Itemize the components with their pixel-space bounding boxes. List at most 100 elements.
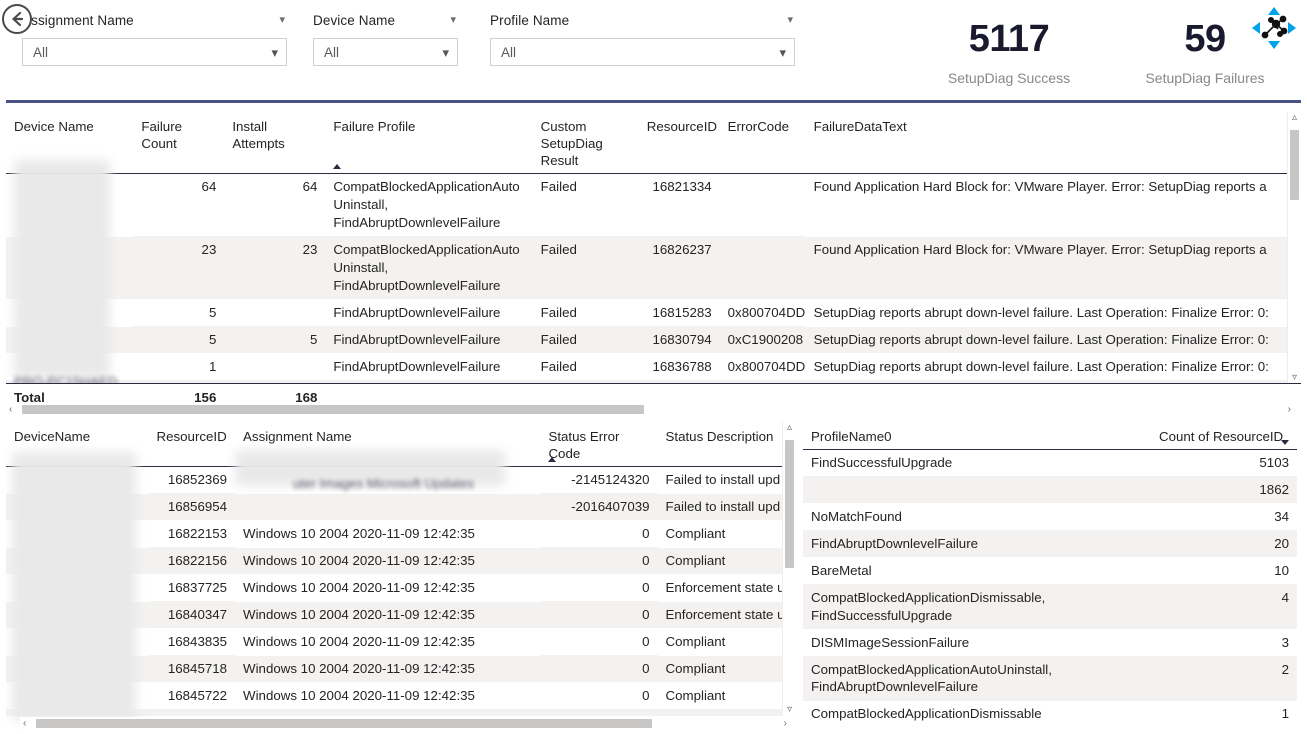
- scroll-up-icon[interactable]: ▵: [787, 422, 792, 434]
- chevron-down-icon[interactable]: ▾: [442, 46, 449, 59]
- scrollbar-thumb[interactable]: [785, 440, 794, 568]
- cell-resourceid: 16821334: [652, 179, 712, 195]
- failures-table-body: 64 64 CompatBlockedApplicationAuto Unins…: [6, 174, 1301, 384]
- table-row[interactable]: DISMImageSessionFailure 3: [803, 629, 1297, 656]
- scrollbar-thumb[interactable]: [22, 405, 644, 414]
- back-button[interactable]: [2, 4, 32, 34]
- profile-table[interactable]: ProfileName0 Count of ResourceID FindSuc…: [803, 422, 1297, 734]
- status-table-vertical-scrollbar[interactable]: ▵ ▿: [782, 422, 796, 716]
- column-header-install-attempts[interactable]: Install Attempts: [224, 112, 326, 175]
- failures-table[interactable]: Device Name Failure Count Install Attemp…: [6, 112, 1301, 384]
- cell-errorcode: 0x800704DD: [727, 358, 806, 374]
- column-header-device-name[interactable]: Device Name: [6, 112, 134, 175]
- scrollbar-thumb[interactable]: [1290, 130, 1299, 200]
- table-row[interactable]: FindSuccessfulUpgrade 5103: [803, 450, 1297, 477]
- column-header-custom-setupdiag-result[interactable]: Custom SetupDiag Result: [532, 112, 639, 175]
- table-row[interactable]: 16845722 Windows 10 2004 2020-11-09 12:4…: [6, 682, 796, 709]
- table-row[interactable]: 16822153 Windows 10 2004 2020-11-09 12:4…: [6, 520, 796, 547]
- table-row[interactable]: 16822156 Windows 10 2004 2020-11-09 12:4…: [6, 547, 796, 575]
- column-header-failure-profile[interactable]: Failure Profile: [325, 112, 533, 175]
- profile-table-body: FindSuccessfulUpgrade 5103 1862 NoMatchF…: [803, 450, 1297, 734]
- column-header-status-error-code[interactable]: Status Error Code: [540, 422, 658, 468]
- table-row[interactable]: FindAbruptDownlevelFailure 20: [803, 530, 1297, 558]
- cell-assignment-name: [235, 467, 540, 494]
- slicer-profile-name-value: All: [501, 44, 517, 60]
- cell-devicename: [6, 655, 149, 683]
- scrollbar-thumb[interactable]: [36, 719, 652, 728]
- failures-table-vertical-scrollbar[interactable]: ▵ ▿: [1287, 112, 1301, 384]
- column-header-profilename0[interactable]: ProfileName0: [803, 422, 1151, 451]
- kpi-setupdiag-success[interactable]: 5117 SetupDiag Success: [905, 20, 1113, 86]
- chevron-down-icon[interactable]: ▾: [271, 46, 278, 59]
- cell-failuredatatext: SetupDiag reports abrupt down-level fail…: [813, 304, 1269, 320]
- cell-device-name: [6, 326, 134, 354]
- table-row[interactable]: 16852369 -2145124320 Failed to install u…: [6, 467, 796, 494]
- column-header-resourceid[interactable]: ResourceID: [638, 112, 720, 175]
- chevron-down-icon[interactable]: ▾: [279, 14, 287, 26]
- cell-device-name: [6, 353, 133, 380]
- table-row[interactable]: 5 5 FindAbruptDownlevelFailure Failed 16…: [6, 326, 1301, 354]
- cell-failure-count: 1: [208, 358, 217, 374]
- table-row[interactable]: 64 64 CompatBlockedApplicationAuto Unins…: [6, 174, 1301, 237]
- table-row[interactable]: BareMetal 10: [803, 557, 1297, 584]
- column-header-count-of-resourceid[interactable]: Count of ResourceID: [1151, 422, 1297, 451]
- table-row[interactable]: 16845718 Windows 10 2004 2020-11-09 12:4…: [6, 655, 796, 683]
- cell-failure-profile: CompatBlockedApplicationAuto Uninstall, …: [325, 236, 533, 300]
- slicer-assignment-name-header[interactable]: Assignment Name ▾: [22, 10, 287, 30]
- scroll-left-icon[interactable]: ‹: [6, 404, 15, 415]
- slicer-profile-name[interactable]: Profile Name ▾ All ▾: [490, 10, 795, 66]
- table-row[interactable]: CompatBlockedApplicationDismissable, Fin…: [803, 584, 1297, 630]
- column-header-devicename[interactable]: DeviceName: [6, 422, 149, 468]
- failures-table-horizontal-scrollbar[interactable]: ‹ ›: [6, 402, 1294, 416]
- cell-failuredatatext: SetupDiag reports abrupt down-level fail…: [813, 358, 1269, 374]
- column-header-failure-count[interactable]: Failure Count: [133, 112, 225, 175]
- chevron-down-icon[interactable]: ▾: [787, 14, 795, 26]
- slicer-assignment-name-dropdown[interactable]: All ▾: [22, 38, 287, 66]
- cell-failuredatatext: SetupDiag reports abrupt down-level fail…: [805, 326, 1301, 354]
- slicer-device-name[interactable]: Device Name ▾ All ▾: [313, 10, 458, 66]
- scroll-left-icon[interactable]: ‹: [20, 718, 29, 729]
- focus-mode-icon[interactable]: [1249, 4, 1299, 52]
- column-header-errorcode[interactable]: ErrorCode: [719, 112, 806, 175]
- status-table[interactable]: DeviceName ResourceID Assignment Name St…: [6, 422, 796, 716]
- column-header-status-description[interactable]: Status Description: [657, 422, 796, 468]
- table-row[interactable]: 16856954 -2016407039 Failed to install u…: [6, 493, 796, 521]
- column-header-assignment-name[interactable]: Assignment Name: [235, 422, 541, 468]
- cell-status-description: Enforcement state u: [657, 601, 796, 629]
- column-header-failuredatatext[interactable]: FailureDataText: [805, 112, 1301, 175]
- slicer-device-name-dropdown[interactable]: All ▾: [313, 38, 458, 66]
- cell-failure-count: 64: [201, 179, 217, 195]
- table-row[interactable]: 1 FindAbruptDownlevelFailure Failed 1683…: [6, 353, 1301, 380]
- cell-install-attempts: [224, 353, 325, 380]
- slicer-profile-name-header[interactable]: Profile Name ▾: [490, 10, 795, 30]
- scroll-up-icon[interactable]: ▵: [1292, 112, 1297, 124]
- scroll-right-icon[interactable]: ›: [1285, 404, 1294, 415]
- chevron-down-icon[interactable]: ▾: [779, 46, 786, 59]
- table-row[interactable]: CompatBlockedApplicationDismissable 1: [803, 701, 1297, 728]
- table-row[interactable]: NoMatchFound 34: [803, 503, 1297, 530]
- table-row[interactable]: 16837725 Windows 10 2004 2020-11-09 12:4…: [6, 574, 796, 601]
- table-row[interactable]: 23 23 CompatBlockedApplicationAuto Unins…: [6, 236, 1301, 300]
- cell-failure-profile: FindAbruptDownlevelFailure: [333, 304, 501, 320]
- slicer-device-name-header[interactable]: Device Name ▾: [313, 10, 458, 30]
- chevron-down-icon[interactable]: ▾: [450, 14, 458, 26]
- cell-assignment-name: Windows 10 2004 2020-11-09 12:42:35: [243, 579, 475, 595]
- cell-devicename: [6, 520, 149, 547]
- column-header-resourceid[interactable]: ResourceID: [148, 422, 236, 468]
- cell-resourceid: 16837725: [167, 579, 228, 595]
- table-row[interactable]: 16846064 Windows 10 2004 2020-11-09 12:4…: [6, 708, 796, 716]
- slicer-profile-name-dropdown[interactable]: All ▾: [490, 38, 795, 66]
- cell-assignment-name: [235, 493, 541, 521]
- table-row[interactable]: 1862: [803, 476, 1297, 504]
- table-row[interactable]: CompatBlockedApplicationAutoUninstall, F…: [803, 656, 1297, 701]
- scroll-right-icon[interactable]: ›: [781, 718, 790, 729]
- table-row[interactable]: 5 FindAbruptDownlevelFailure Failed 1681…: [6, 299, 1301, 326]
- table-row[interactable]: 16840347 Windows 10 2004 2020-11-09 12:4…: [6, 601, 796, 629]
- status-table-horizontal-scrollbar[interactable]: ‹ ›: [20, 716, 790, 730]
- table-row[interactable]: 16843835 Windows 10 2004 2020-11-09 12:4…: [6, 628, 796, 655]
- slicer-assignment-name[interactable]: Assignment Name ▾ All ▾: [22, 10, 287, 66]
- cell-errorcode: [720, 174, 806, 237]
- scroll-down-icon[interactable]: ▿: [787, 704, 792, 716]
- cell-status-description: Compliant: [665, 525, 726, 541]
- cell-errorcode: [719, 236, 806, 300]
